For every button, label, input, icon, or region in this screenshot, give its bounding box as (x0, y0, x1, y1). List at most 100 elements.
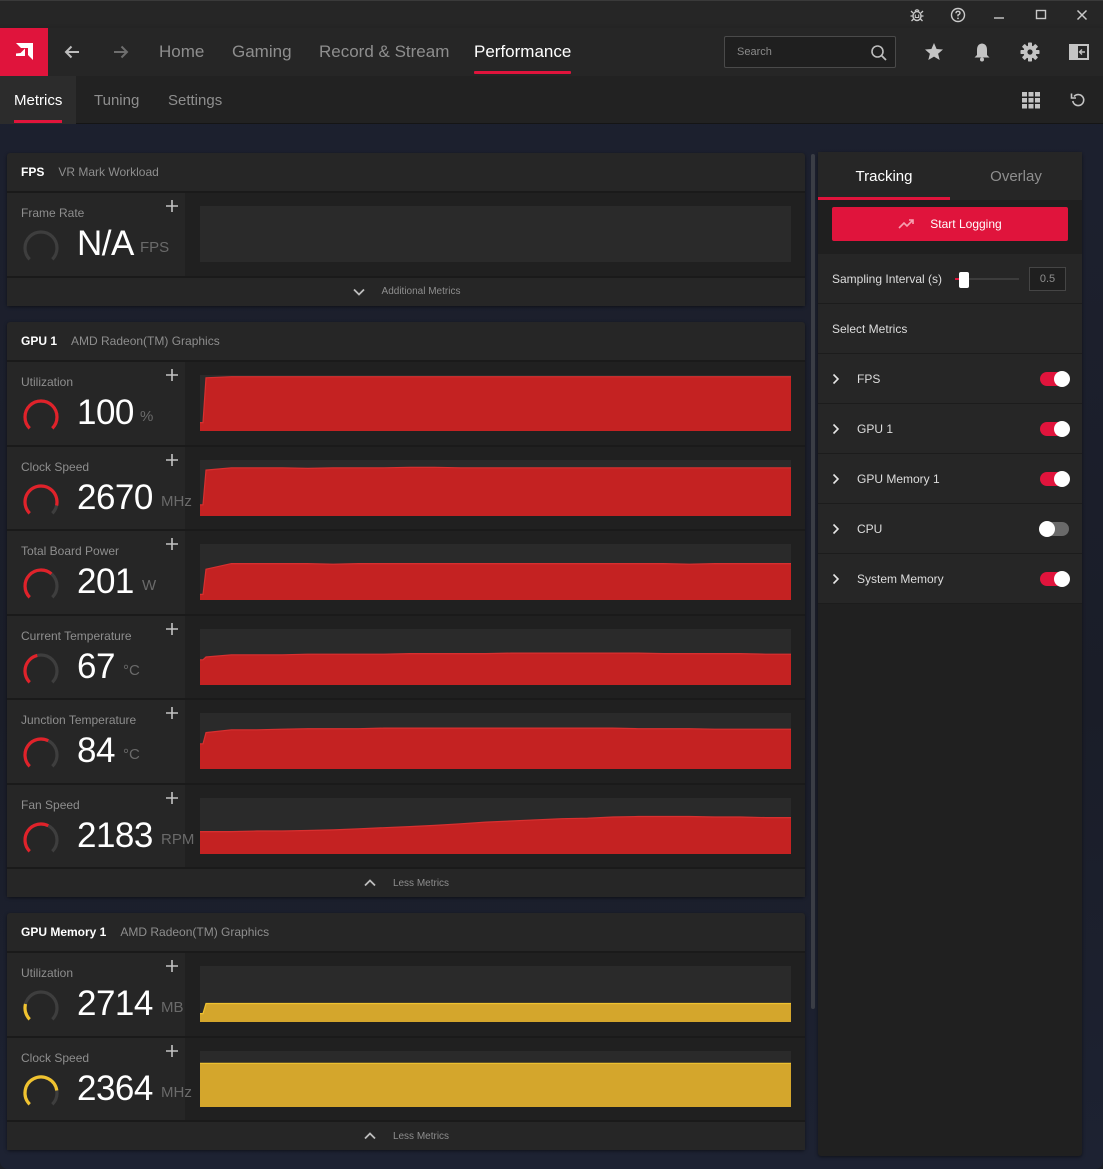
panel-subtitle: AMD Radeon(TM) Graphics (120, 925, 270, 939)
close-icon[interactable] (1067, 1, 1097, 29)
gauge-icon (23, 1074, 59, 1105)
metric-label: Fan Speed (21, 797, 80, 812)
metric-row-current-temperature: Current Temperature 67 °C (7, 615, 805, 700)
gauge-icon (23, 821, 59, 852)
metric-value: 67 (77, 646, 115, 686)
additional-metrics-button[interactable]: Additional Metrics (7, 277, 805, 306)
tab-settings[interactable]: Settings (168, 76, 222, 124)
metric-label: Current Temperature (21, 628, 132, 643)
search-input[interactable] (725, 37, 865, 67)
add-metric-plus-icon[interactable] (164, 367, 180, 383)
forward-arrow-icon[interactable] (108, 40, 134, 64)
chevron-up-icon (364, 879, 376, 887)
metric-row-memory-utilization: Utilization 2714 MB (7, 953, 805, 1038)
chevron-right-icon[interactable] (832, 573, 840, 585)
nav-record-stream[interactable]: Record & Stream (319, 42, 449, 62)
toggle-knob (1054, 471, 1070, 487)
chevron-right-icon[interactable] (832, 373, 840, 385)
nav-home[interactable]: Home (159, 42, 204, 62)
panel-title: GPU 1 (21, 334, 58, 348)
metric-info: Utilization 2714 MB (7, 953, 185, 1036)
nav-performance[interactable]: Performance (474, 42, 572, 74)
chevron-right-icon[interactable] (832, 523, 840, 535)
metric-toggle-switch[interactable] (1040, 371, 1070, 387)
add-metric-plus-icon[interactable] (164, 536, 180, 552)
gauge-fill (23, 1074, 59, 1105)
gauge-track (23, 230, 59, 261)
add-metric-plus-icon[interactable] (164, 198, 180, 214)
metric-toggle-row: System Memory (818, 554, 1082, 604)
series-area (200, 466, 791, 516)
amd-logo[interactable] (0, 28, 48, 76)
grid-view-icon[interactable] (1017, 86, 1045, 114)
metric-info: Clock Speed 2364 MHz (7, 1037, 192, 1120)
toggle-knob (1054, 421, 1070, 437)
metric-toggle-switch[interactable] (1040, 471, 1070, 487)
chevron-right-icon[interactable] (832, 423, 840, 435)
add-metric-plus-icon[interactable] (164, 621, 180, 637)
metric-value: 2670 (77, 477, 153, 517)
metric-toggle-label: CPU (857, 521, 883, 536)
metric-toggle-row: FPS (818, 354, 1082, 404)
panel-header: GPU Memory 1 AMD Radeon(TM) Graphics (7, 913, 805, 953)
settings-gear-icon[interactable] (1016, 38, 1044, 66)
chevron-right-icon[interactable] (832, 473, 840, 485)
expander-label: Less Metrics (392, 1130, 450, 1142)
metric-info: Clock Speed 2670 MHz (7, 446, 192, 529)
fps-panel: FPS VR Mark Workload Frame Rate N/A FPS Ad… (7, 153, 805, 306)
gauge-icon (23, 990, 59, 1021)
start-logging-button[interactable]: Start Logging (832, 207, 1068, 241)
series-area (200, 652, 791, 685)
sub-navigation: Metrics Tuning Settings (0, 76, 1103, 124)
metrics-scrollbar[interactable] (810, 152, 816, 1157)
metric-toggle-row: CPU (818, 504, 1082, 554)
sidebar-panel-icon[interactable] (1065, 38, 1093, 66)
search-icon[interactable] (869, 43, 889, 63)
minimize-icon[interactable] (984, 1, 1014, 29)
metric-history-chart (200, 628, 791, 685)
add-metric-plus-icon[interactable] (164, 1043, 180, 1059)
sampling-interval-slider[interactable] (955, 272, 1019, 288)
help-icon[interactable] (943, 1, 973, 29)
sampling-interval-input[interactable] (1029, 267, 1066, 291)
metric-unit: °C (123, 661, 140, 679)
panel-header: GPU 1 AMD Radeon(TM) Graphics (7, 322, 805, 362)
panel-title: FPS (21, 165, 45, 179)
favorites-star-icon[interactable] (920, 38, 948, 66)
metric-toggle-row: GPU 1 (818, 404, 1082, 454)
reset-icon[interactable] (1064, 86, 1092, 114)
chevron-up-icon (364, 1132, 376, 1140)
tab-metrics[interactable]: Metrics (0, 76, 77, 124)
metric-history-chart (200, 966, 791, 1022)
add-metric-plus-icon[interactable] (164, 452, 180, 468)
tab-overlay[interactable]: Overlay (950, 152, 1082, 200)
search-box (724, 36, 896, 68)
gauge-fill (23, 821, 49, 852)
add-metric-plus-icon[interactable] (164, 958, 180, 974)
expander-label: Additional Metrics (381, 286, 461, 297)
scrollbar-thumb[interactable] (811, 154, 815, 1009)
add-metric-plus-icon[interactable] (164, 705, 180, 721)
metric-toggle-switch[interactable] (1040, 571, 1070, 587)
bug-report-icon[interactable] (902, 1, 932, 29)
back-arrow-icon[interactable] (59, 40, 85, 64)
metric-unit: W (142, 577, 157, 594)
tab-tracking[interactable]: Tracking (818, 152, 950, 200)
less-metrics-button[interactable]: Less Metrics (7, 1122, 805, 1150)
notifications-bell-icon[interactable] (968, 38, 996, 66)
metric-toggle-switch[interactable] (1039, 521, 1069, 537)
nav-gaming[interactable]: Gaming (232, 42, 292, 62)
metric-label: Clock Speed (21, 459, 90, 474)
metric-toggle-switch[interactable] (1040, 421, 1070, 437)
slider-thumb[interactable] (959, 272, 970, 288)
add-metric-plus-icon[interactable] (164, 790, 180, 806)
tab-tuning[interactable]: Tuning (94, 76, 139, 124)
series-area (200, 1062, 791, 1107)
metric-value: 201 (77, 562, 134, 601)
metric-toggle-label: FPS (857, 371, 881, 386)
expander-label: Less Metrics (392, 877, 450, 889)
metric-label: Utilization (21, 966, 74, 980)
maximize-icon[interactable] (1026, 1, 1056, 29)
less-metrics-button[interactable]: Less Metrics (7, 869, 805, 897)
metric-value: 84 (77, 731, 115, 770)
